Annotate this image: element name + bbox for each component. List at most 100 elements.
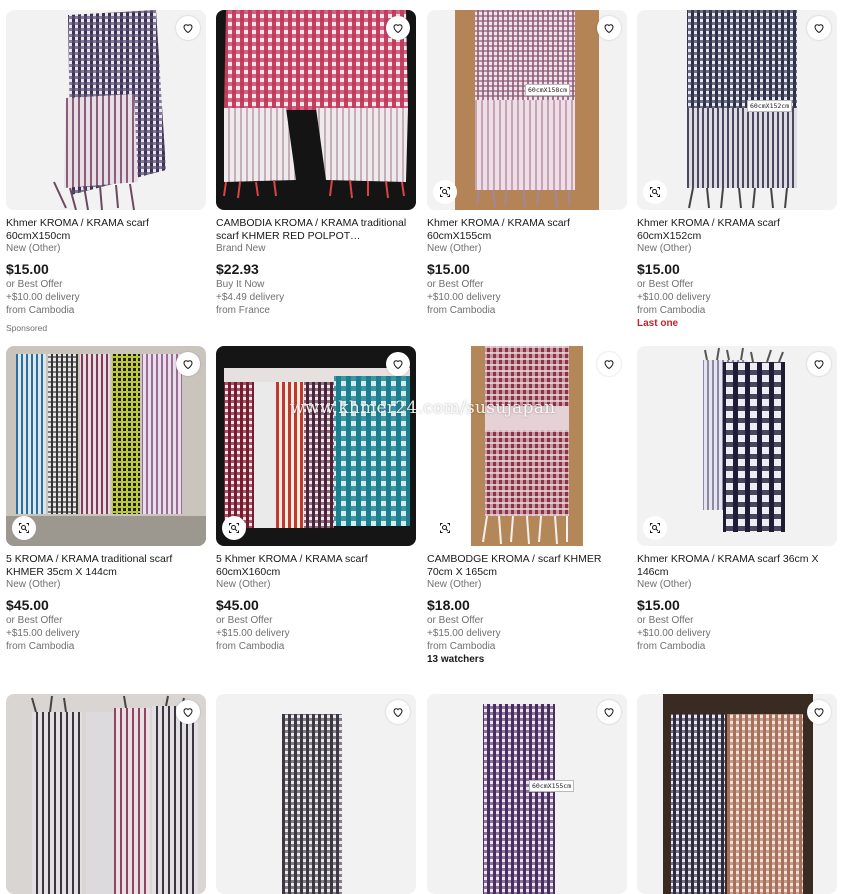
listing-price: $15.00 <box>637 597 680 613</box>
camera-search-icon[interactable] <box>643 180 667 204</box>
listing-condition: New (Other) <box>427 243 482 254</box>
listing-image[interactable] <box>6 694 206 894</box>
watchers-count: 13 watchers <box>427 654 485 665</box>
purchase-option: or Best Offer <box>216 615 273 626</box>
purchase-option: or Best Offer <box>637 615 694 626</box>
listing-image[interactable] <box>216 346 416 546</box>
listing-image[interactable]: 60cmX158cm <box>427 10 627 210</box>
item-location: from Cambodia <box>427 641 496 652</box>
purchase-option: or Best Offer <box>427 615 484 626</box>
heart-icon[interactable] <box>597 700 621 724</box>
listing-card[interactable]: 5 KROMA / KRAMA traditional scarf KHMER … <box>6 346 206 653</box>
listing-card[interactable]: 5 Khmer KROMA / KRAMA scarf 60cmX160cm N… <box>216 346 416 653</box>
heart-icon[interactable] <box>807 700 831 724</box>
last-one-badge: Last one <box>637 318 679 329</box>
item-location: from Cambodia <box>427 305 496 316</box>
listing-card[interactable]: CAMBODIA KROMA / KRAMA traditional scarf… <box>216 10 416 317</box>
listing-condition: New (Other) <box>637 243 692 254</box>
listing-title[interactable]: Khmer KROMA / KRAMA scarf 60cmX150cm <box>6 217 206 243</box>
purchase-option: or Best Offer <box>637 279 694 290</box>
listing-card[interactable]: CAMBODGE KROMA / scarf KHMER 70cm X 165c… <box>427 346 627 666</box>
listing-card[interactable]: 60cmX158cm Khmer KROMA / KRAMA scarf 60c… <box>427 10 627 317</box>
listing-card[interactable] <box>637 694 837 894</box>
listing-title[interactable]: Khmer KROMA / KRAMA scarf 60cmX152cm <box>637 217 837 243</box>
listing-condition: New (Other) <box>6 579 61 590</box>
listing-card[interactable] <box>216 694 416 894</box>
listing-image[interactable] <box>637 346 837 546</box>
listing-title[interactable]: CAMBODIA KROMA / KRAMA traditional scarf… <box>216 217 416 243</box>
listing-title[interactable]: CAMBODGE KROMA / scarf KHMER 70cm X 165c… <box>427 553 627 579</box>
listing-image[interactable]: 60cmX155cm <box>427 694 627 894</box>
listing-image[interactable] <box>427 346 627 546</box>
listing-price: $45.00 <box>216 597 259 613</box>
listing-title[interactable]: 5 Khmer KROMA / KRAMA scarf 60cmX160cm <box>216 553 416 579</box>
listing-title[interactable]: 5 KROMA / KRAMA traditional scarf KHMER … <box>6 553 206 579</box>
shipping-cost: +$15.00 delivery <box>6 628 80 639</box>
heart-icon[interactable] <box>386 352 410 376</box>
heart-icon[interactable] <box>176 352 200 376</box>
listing-price: $15.00 <box>427 261 470 277</box>
scarf-photo <box>455 10 599 210</box>
listing-price: $18.00 <box>427 597 470 613</box>
listing-card[interactable]: 60cmX155cm <box>427 694 627 894</box>
heart-icon[interactable] <box>176 16 200 40</box>
scarf-photo <box>483 704 555 894</box>
listing-image[interactable] <box>6 346 206 546</box>
heart-icon[interactable] <box>807 16 831 40</box>
scarf-photo <box>663 694 813 894</box>
shipping-cost: +$10.00 delivery <box>637 292 711 303</box>
scarf-photo <box>6 694 206 894</box>
item-location: from Cambodia <box>637 305 706 316</box>
item-location: from Cambodia <box>637 641 706 652</box>
listing-price: $15.00 <box>6 261 49 277</box>
scarf-photo <box>53 10 166 210</box>
listing-title[interactable]: Khmer KROMA / KRAMA scarf 36cm X 146cm <box>637 553 837 579</box>
listing-condition: New (Other) <box>6 243 61 254</box>
heart-icon[interactable] <box>597 352 621 376</box>
listing-card[interactable]: 60cmX152cm Khmer KROMA / KRAMA scarf 60c… <box>637 10 837 330</box>
size-tag: 60cmX152cm <box>747 100 793 112</box>
listing-image[interactable] <box>6 10 206 210</box>
purchase-option: Buy It Now <box>216 279 265 290</box>
item-location: from France <box>216 305 270 316</box>
scarf-photo <box>282 714 342 894</box>
listing-price: $22.93 <box>216 261 259 277</box>
listing-title[interactable]: Khmer KROMA / KRAMA scarf 60cmX155cm <box>427 217 627 243</box>
listing-image[interactable] <box>216 694 416 894</box>
purchase-option: or Best Offer <box>427 279 484 290</box>
item-location: from Cambodia <box>6 641 75 652</box>
watermark: www.khmer24.com/susujapan <box>290 398 556 418</box>
heart-icon[interactable] <box>807 352 831 376</box>
listing-image[interactable] <box>216 10 416 210</box>
heart-icon[interactable] <box>386 16 410 40</box>
results-grid: Khmer KROMA / KRAMA scarf 60cmX150cm New… <box>0 0 858 894</box>
heart-icon[interactable] <box>386 700 410 724</box>
listing-condition: New (Other) <box>637 579 692 590</box>
sponsored-label[interactable]: Sponsored <box>6 323 47 333</box>
listing-image[interactable]: 60cmX152cm <box>637 10 837 210</box>
shipping-cost: +$4.49 delivery <box>216 292 285 303</box>
item-location: from Cambodia <box>216 641 285 652</box>
listing-card[interactable]: Khmer KROMA / KRAMA scarf 60cmX150cm New… <box>6 10 206 317</box>
listing-condition: Brand New <box>216 243 266 254</box>
heart-icon[interactable] <box>176 700 200 724</box>
purchase-option: or Best Offer <box>6 279 63 290</box>
size-tag: 60cmX155cm <box>529 780 575 792</box>
camera-search-icon[interactable] <box>433 180 457 204</box>
shipping-cost: +$15.00 delivery <box>216 628 290 639</box>
shipping-cost: +$10.00 delivery <box>6 292 80 303</box>
listing-condition: New (Other) <box>427 579 482 590</box>
listing-image[interactable] <box>637 694 837 894</box>
camera-search-icon[interactable] <box>643 516 667 540</box>
camera-search-icon[interactable] <box>222 516 246 540</box>
scarf-photo <box>216 346 416 546</box>
listing-price: $45.00 <box>6 597 49 613</box>
camera-search-icon[interactable] <box>12 516 36 540</box>
camera-search-icon[interactable] <box>433 516 457 540</box>
listing-card[interactable] <box>6 694 206 894</box>
listing-condition: New (Other) <box>216 579 271 590</box>
scarf-photo <box>703 347 785 532</box>
listing-card[interactable]: Khmer KROMA / KRAMA scarf 36cm X 146cm N… <box>637 346 837 653</box>
heart-icon[interactable] <box>597 16 621 40</box>
scarf-photo <box>427 346 627 546</box>
